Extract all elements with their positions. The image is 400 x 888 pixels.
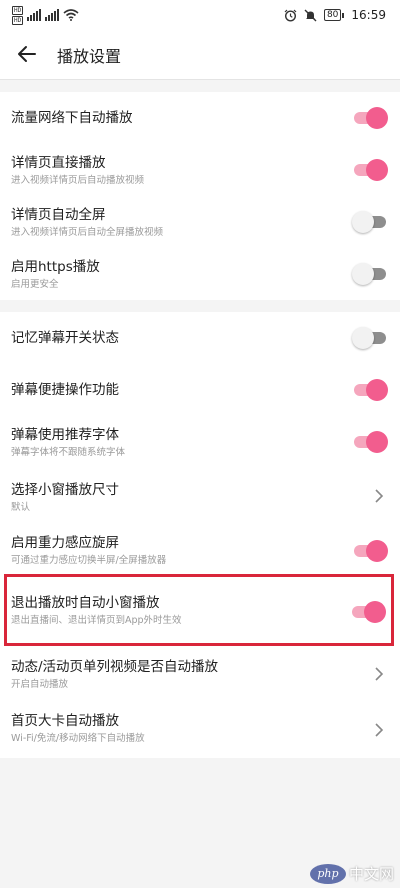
https-toggle[interactable]	[352, 263, 386, 285]
app-bar: 播放设置	[0, 30, 400, 80]
setting-label: 启用重力感应旋屏	[11, 535, 119, 551]
exit-mini-window-toggle[interactable]	[352, 601, 386, 623]
chevron-right-icon[interactable]	[374, 722, 384, 738]
setting-label: 选择小窗播放尺寸	[11, 482, 119, 498]
setting-label: 首页大卡自动播放	[11, 713, 119, 729]
status-bar-right: 80 16:59	[284, 6, 386, 24]
danmaku-font-toggle[interactable]	[354, 431, 388, 453]
setting-row-cellular-autoplay: 流量网络下自动播放	[0, 92, 400, 144]
status-bar: HD HD 80 16:59	[0, 0, 400, 30]
setting-row-remember-danmaku: 记忆弹幕开关状态	[0, 312, 400, 364]
clock: 16:59	[351, 8, 386, 22]
setting-label: 动态/活动页单列视频是否自动播放	[11, 659, 219, 675]
chevron-right-icon[interactable]	[374, 488, 384, 504]
status-bar-left: HD HD	[12, 5, 79, 25]
setting-label: 流量网络下自动播放	[11, 110, 133, 126]
setting-row-mini-window-size[interactable]: 选择小窗播放尺寸 默认	[0, 468, 400, 524]
setting-row-detail-direct-play: 详情页直接播放 进入视频详情页后自动播放视频	[0, 144, 400, 196]
setting-description: 退出直播间、退出详情页到App外时生效	[11, 615, 182, 626]
setting-row-danmaku-quick-ops: 弹幕便捷操作功能	[0, 364, 400, 416]
setting-label: 退出播放时自动小窗播放	[11, 595, 160, 611]
setting-description: 启用更安全	[11, 279, 59, 290]
setting-row-exit-mini-window: 退出播放时自动小窗播放 退出直播间、退出详情页到App外时生效	[0, 578, 400, 646]
chevron-right-icon[interactable]	[374, 666, 384, 682]
setting-label: 弹幕便捷操作功能	[11, 382, 119, 398]
page-title: 播放设置	[57, 47, 122, 66]
setting-label: 弹幕使用推荐字体	[11, 427, 119, 443]
mute-icon	[304, 9, 317, 21]
setting-description: 开启自动播放	[11, 679, 69, 690]
setting-row-detail-auto-fullscreen: 详情页自动全屏 进入视频详情页后自动全屏播放视频	[0, 196, 400, 248]
setting-row-https: 启用https播放 启用更安全	[0, 248, 400, 300]
battery-level: 80	[323, 9, 342, 21]
signal-icon	[27, 9, 42, 21]
danmaku-quick-ops-toggle[interactable]	[354, 379, 388, 401]
setting-label: 记忆弹幕开关状态	[11, 330, 119, 346]
setting-row-gravity-rotate: 启用重力感应旋屏 可通过重力感应切换半屏/全屏播放器	[0, 524, 400, 578]
setting-description: 弹幕字体将不跟随系统字体	[11, 447, 126, 458]
detail-direct-play-toggle[interactable]	[354, 159, 388, 181]
watermark-text: 中文网	[348, 865, 394, 883]
settings-group-playback: 流量网络下自动播放 详情页直接播放 进入视频详情页后自动播放视频 详情页自动全屏…	[0, 92, 400, 300]
setting-description: 可通过重力感应切换半屏/全屏播放器	[11, 555, 167, 566]
setting-label: 启用https播放	[11, 259, 100, 275]
setting-description: Wi-Fi/免流/移动网络下自动播放	[11, 733, 145, 744]
watermark: php 中文网	[309, 863, 394, 884]
settings-group-window: 选择小窗播放尺寸 默认 启用重力感应旋屏 可通过重力感应切换半屏/全屏播放器 退…	[0, 468, 400, 758]
remember-danmaku-toggle[interactable]	[352, 327, 386, 349]
php-logo: php	[309, 863, 346, 884]
setting-description: 进入视频详情页后自动全屏播放视频	[11, 227, 164, 238]
sim1-badge: HD	[12, 5, 24, 15]
settings-group-danmaku: 记忆弹幕开关状态 弹幕便捷操作功能 弹幕使用推荐字体 弹幕字体将不跟随系统字体	[0, 312, 400, 468]
wifi-icon	[63, 9, 79, 21]
signal-icon-2	[45, 9, 60, 21]
setting-row-danmaku-font: 弹幕使用推荐字体 弹幕字体将不跟随系统字体	[0, 416, 400, 468]
sim-indicators: HD HD	[12, 5, 24, 25]
setting-description: 默认	[11, 502, 31, 513]
setting-description: 进入视频详情页后自动播放视频	[11, 175, 145, 186]
setting-row-home-card-autoplay[interactable]: 首页大卡自动播放 Wi-Fi/免流/移动网络下自动播放	[0, 702, 400, 758]
battery-icon: 80	[323, 9, 345, 21]
sim2-badge: HD	[12, 15, 24, 25]
cellular-autoplay-toggle[interactable]	[354, 107, 388, 129]
detail-auto-fullscreen-toggle[interactable]	[352, 211, 386, 233]
gravity-rotate-toggle[interactable]	[354, 540, 388, 562]
setting-row-feed-single-column-autoplay[interactable]: 动态/活动页单列视频是否自动播放 开启自动播放	[0, 646, 400, 702]
alarm-icon	[284, 9, 297, 22]
back-arrow-icon[interactable]	[14, 41, 40, 67]
setting-label: 详情页直接播放	[11, 155, 106, 171]
setting-label: 详情页自动全屏	[11, 207, 106, 223]
